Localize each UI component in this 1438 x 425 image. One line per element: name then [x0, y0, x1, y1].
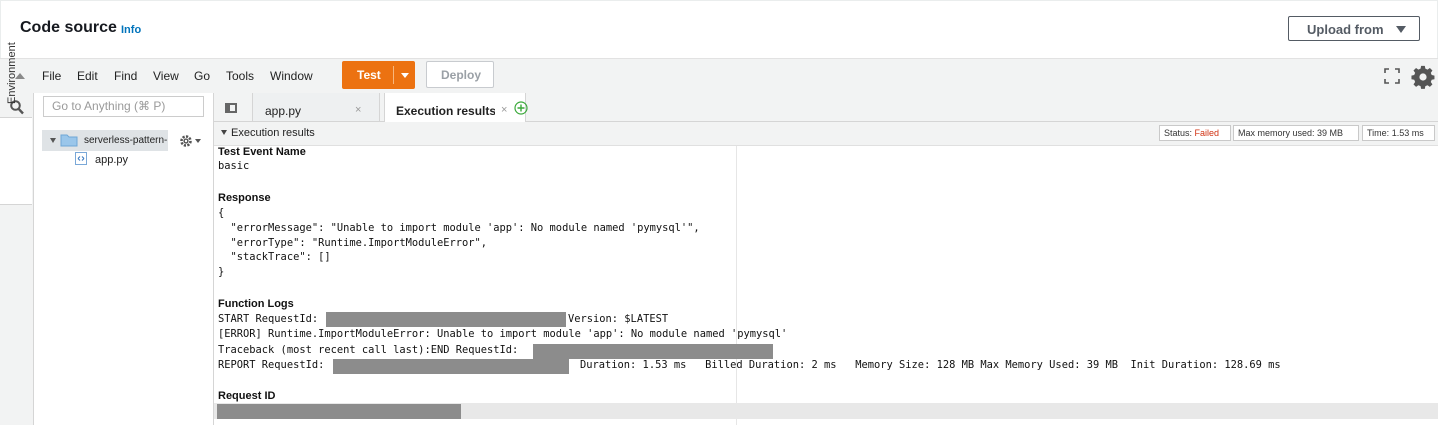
menu-edit[interactable]: Edit [77, 69, 98, 83]
log-start-prefix: START RequestId: [218, 313, 319, 325]
python-file-icon [75, 152, 87, 165]
folder-settings-icon[interactable] [179, 134, 193, 148]
execution-output [214, 146, 1438, 425]
response-line: "errorMessage": "Unable to import module… [218, 222, 700, 234]
file-app-py[interactable]: app.py [95, 154, 128, 166]
time-label: Time: [1367, 128, 1390, 138]
close-icon[interactable]: × [355, 104, 361, 116]
upload-from-label: Upload from [1307, 22, 1384, 37]
execution-results-header: Execution results Status: Failed Max mem… [214, 122, 1438, 146]
expand-arrow-icon[interactable] [50, 138, 56, 143]
test-event-title: Test Event Name [218, 146, 306, 158]
log-error-line: [ERROR] Runtime.ImportModuleError: Unabl… [218, 328, 788, 340]
info-link[interactable]: Info [121, 24, 141, 36]
folder-name: serverless-pattern-l [84, 135, 168, 146]
menu-tools[interactable]: Tools [226, 69, 254, 83]
left-panel-strip [0, 93, 34, 425]
redacted-request-id [326, 312, 566, 327]
environment-tab[interactable] [0, 117, 32, 205]
print-margin [736, 146, 737, 425]
memory-label: Max memory used: [1238, 128, 1315, 138]
deploy-label: Deploy [441, 68, 482, 82]
response-line: "stackTrace": [] [218, 251, 331, 263]
deploy-button[interactable]: Deploy [426, 61, 494, 88]
time-badge: Time: 1.53 ms [1362, 125, 1435, 141]
menu-find[interactable]: Find [114, 69, 137, 83]
log-traceback-line: Traceback (most recent call last):END Re… [218, 344, 519, 356]
caret-down-icon [1396, 26, 1406, 33]
response-line: } [218, 266, 225, 278]
menu-window[interactable]: Window [270, 69, 313, 83]
tab-list-icon[interactable] [225, 103, 237, 113]
add-tab-icon[interactable] [514, 101, 528, 115]
results-title: Execution results [231, 127, 315, 139]
close-icon[interactable]: × [501, 104, 507, 116]
status-label: Status: [1164, 128, 1193, 138]
log-start-suffix: Version: $LATEST [568, 313, 669, 325]
test-label: Test [357, 68, 381, 82]
menu-go[interactable]: Go [194, 69, 210, 83]
split-divider [393, 66, 394, 84]
log-report-suffix: Duration: 1.53 ms Billed Duration: 2 ms … [580, 359, 1281, 371]
memory-value: 39 MB [1317, 128, 1344, 138]
response-title: Response [218, 192, 271, 204]
environment-tab-label: Environment [6, 42, 18, 104]
redacted-request-id [333, 359, 569, 374]
code-source-header [0, 0, 1438, 59]
test-dropdown-icon[interactable] [401, 73, 409, 78]
redacted-request-id [533, 344, 773, 359]
gear-icon[interactable] [1411, 65, 1435, 89]
status-value: Failed [1194, 128, 1220, 138]
tab-execution-results[interactable]: Execution results × [384, 93, 526, 122]
test-button[interactable]: Test [342, 61, 415, 89]
status-badge: Status: Failed [1159, 125, 1231, 141]
page-title: Code source [20, 19, 117, 36]
function-logs-title: Function Logs [218, 298, 294, 310]
tab-label: Execution results [396, 104, 495, 118]
tab-label: app.py [265, 104, 302, 118]
menu-view[interactable]: View [153, 69, 179, 83]
collapse-arrow-icon[interactable] [221, 130, 227, 135]
memory-badge: Max memory used: 39 MB [1233, 125, 1359, 141]
time-value: 1.53 ms [1391, 128, 1424, 138]
log-report-prefix: REPORT RequestId: [218, 359, 325, 371]
request-id-title: Request ID [218, 390, 276, 402]
redacted-request-id [217, 404, 461, 419]
folder-icon [60, 134, 78, 147]
tab-app-py[interactable]: app.py × [252, 93, 380, 121]
goto-anything-input[interactable]: Go to Anything (⌘ P) [43, 96, 204, 117]
upload-from-button[interactable]: Upload from [1288, 16, 1420, 41]
response-line: "errorType": "Runtime.ImportModuleError"… [218, 237, 488, 249]
response-line: { [218, 207, 225, 219]
fullscreen-icon[interactable] [1384, 68, 1400, 84]
caret-down-icon[interactable] [195, 139, 201, 143]
editor-tab-bar: app.py × Execution results × [214, 93, 1438, 122]
ide-menu-bar: File Edit Find View Go Tools Window Test… [0, 58, 1438, 94]
menu-file[interactable]: File [42, 69, 61, 83]
test-event-name: basic [218, 160, 250, 172]
